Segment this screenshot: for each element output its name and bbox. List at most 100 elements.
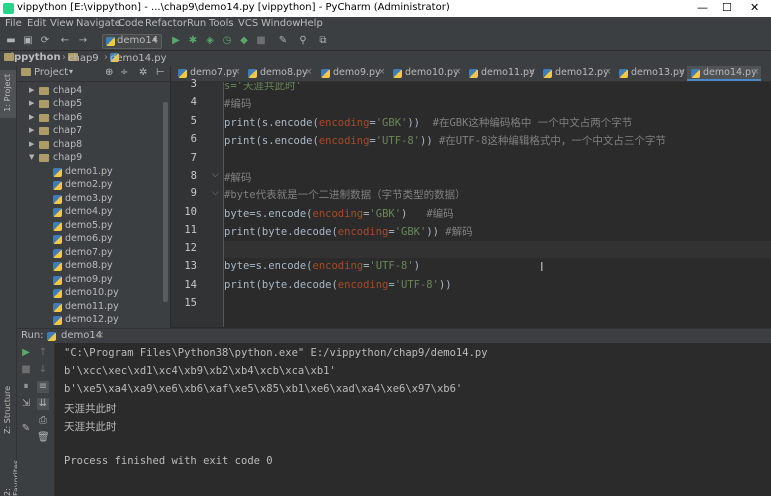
gear-icon[interactable]: ✲ [139, 67, 147, 78]
tab-demo8[interactable]: demo8.py × [244, 66, 314, 81]
line-number: 14 [184, 279, 197, 291]
menu-window[interactable]: Window [261, 18, 300, 29]
restore-layout-icon[interactable]: ⇲ [20, 398, 32, 410]
close-tab-icon[interactable]: × [305, 67, 313, 77]
scroll-up-icon[interactable]: ↑ [37, 347, 49, 359]
locate-file-icon[interactable]: ⊕ [105, 67, 113, 78]
collapse-all-icon[interactable]: ÷ [120, 67, 128, 78]
concurrency-icon[interactable]: ◆ [239, 36, 249, 46]
tab-demo10[interactable]: demo10.py × [389, 66, 463, 81]
code-editor[interactable]: s='天涯共此时' #编码 print(s.encode(encoding='G… [224, 82, 771, 327]
python-file-icon [53, 262, 62, 271]
close-tab-icon[interactable]: × [678, 67, 686, 77]
menu-bar: File Edit View Navigate Code Refactor Ru… [0, 17, 771, 32]
trash-icon[interactable]: 🗑 [37, 432, 50, 444]
python-file-icon [543, 69, 552, 78]
pause-icon[interactable]: ⏸ [20, 381, 32, 393]
breadcrumb-root[interactable]: vippython [4, 52, 61, 63]
menu-code[interactable]: Code [118, 18, 144, 29]
line-number: 15 [184, 297, 197, 309]
search-icon[interactable]: ⚲ [298, 36, 308, 46]
menu-help[interactable]: Help [300, 18, 323, 29]
print-icon[interactable]: ⎙ [37, 415, 49, 427]
tab-label: demo10.py [405, 67, 459, 78]
line-number: 4 [190, 96, 197, 108]
soft-wrap-icon[interactable]: ≡ [37, 381, 49, 393]
python-file-icon [469, 69, 478, 78]
stop-icon[interactable]: ■ [20, 364, 32, 376]
tab-demo13[interactable]: demo13.py × [615, 66, 687, 81]
run-config-label: demo14 [117, 35, 159, 46]
stop-icon[interactable]: ■ [256, 36, 266, 46]
expand-arrow-icon[interactable]: ▶ [29, 86, 34, 94]
menu-navigate[interactable]: Navigate [76, 18, 121, 29]
run-icon[interactable]: ▶ [171, 36, 181, 46]
open-folder-icon[interactable]: ▬ [6, 36, 16, 46]
minimize-button[interactable]: — [697, 1, 708, 14]
project-scrollbar[interactable] [163, 102, 168, 302]
close-tab-icon[interactable]: × [454, 67, 462, 77]
hide-panel-icon[interactable]: ⊢ [156, 67, 165, 78]
close-tab-icon[interactable]: × [96, 330, 104, 341]
python-file-icon [248, 69, 257, 78]
menu-tools[interactable]: Tools [209, 18, 234, 29]
back-icon[interactable]: ← [60, 36, 70, 46]
tab-demo14[interactable]: demo14.py × [687, 66, 761, 81]
coverage-icon[interactable]: ◈ [205, 36, 215, 46]
menu-view[interactable]: View [50, 18, 74, 29]
close-button[interactable]: ✕ [750, 1, 759, 14]
close-tab-icon[interactable]: × [752, 67, 760, 77]
debug-icon[interactable]: ✱ [188, 36, 198, 46]
line-number: 9 [190, 187, 197, 199]
tab-demo12[interactable]: demo12.py × [539, 66, 613, 81]
project-tool-tab[interactable]: 1: Project [0, 70, 16, 118]
menu-file[interactable]: File [5, 18, 22, 29]
menu-refactor[interactable]: Refactor [145, 18, 187, 29]
save-all-icon[interactable]: ▣ [23, 36, 33, 46]
scroll-to-end-icon[interactable]: ⇊ [37, 398, 49, 410]
expand-arrow-icon[interactable]: ▶ [29, 113, 34, 121]
close-tab-icon[interactable]: × [233, 67, 241, 77]
python-file-icon [53, 289, 62, 298]
sync-icon[interactable]: ⟳ [40, 36, 50, 46]
pin-icon[interactable]: ✎ [20, 423, 32, 435]
maximize-button[interactable]: ☐ [722, 1, 732, 14]
tree-item-label: chap5 [53, 98, 83, 109]
expand-arrow-icon[interactable]: ▶ [29, 140, 34, 148]
menu-edit[interactable]: Edit [27, 18, 46, 29]
project-view-selector[interactable]: Project [34, 67, 68, 78]
expand-arrow-icon[interactable]: ▶ [29, 99, 34, 107]
editor-tab-bar: demo7.py × demo8.py × demo9.py × demo10.py ×… [171, 66, 771, 82]
run-config-selector[interactable]: demo14 ▾ [102, 34, 162, 49]
tab-demo11[interactable]: demo11.py × [465, 66, 537, 81]
code-line-14: print(byte.decode(encoding='UTF-8')) [224, 279, 452, 291]
close-tab-icon[interactable]: × [378, 67, 386, 77]
expand-arrow-icon[interactable]: ▶ [29, 126, 34, 134]
chevron-down-icon: ▾ [153, 35, 158, 44]
rerun-icon[interactable]: ▶ [20, 347, 32, 359]
run-console-output[interactable]: "C:\Program Files\Python38\python.exe" E… [55, 343, 771, 496]
structure-tool-tab[interactable]: Z: Structure [3, 386, 12, 434]
close-tab-icon[interactable]: × [604, 67, 612, 77]
project-tool-label: 1: Project [3, 74, 12, 112]
menu-run[interactable]: Run [187, 18, 206, 29]
run-toolbar: ▶ ↑ ■ ↓ ⏸ ≡ ⇲ ⇊ ⎙ ✎ 🗑 [17, 343, 55, 496]
tree-item-label: demo11.py [65, 301, 119, 312]
fold-marker-icon[interactable]: ⌵ [212, 170, 219, 180]
tab-demo7[interactable]: demo7.py × [174, 66, 242, 81]
code-line-8: #解码 [224, 172, 252, 184]
wrench-icon[interactable]: ✎ [278, 36, 288, 46]
chevron-down-icon[interactable]: ▾ [69, 67, 73, 76]
python-console-icon[interactable]: ⧉ [318, 36, 328, 46]
scroll-down-icon[interactable]: ↓ [37, 364, 49, 376]
close-tab-icon[interactable]: × [528, 67, 536, 77]
tab-demo9[interactable]: demo9.py × [317, 66, 387, 81]
menu-vcs[interactable]: VCS [238, 18, 258, 29]
collapse-arrow-icon[interactable]: ▼ [29, 153, 34, 161]
profile-icon[interactable]: ◷ [222, 36, 232, 46]
forward-icon[interactable]: → [78, 36, 88, 46]
tab-label: demo8.py [260, 67, 308, 78]
folder-icon [39, 100, 49, 108]
fold-marker-icon[interactable]: ⌵ [212, 188, 219, 198]
python-file-icon [53, 276, 62, 285]
